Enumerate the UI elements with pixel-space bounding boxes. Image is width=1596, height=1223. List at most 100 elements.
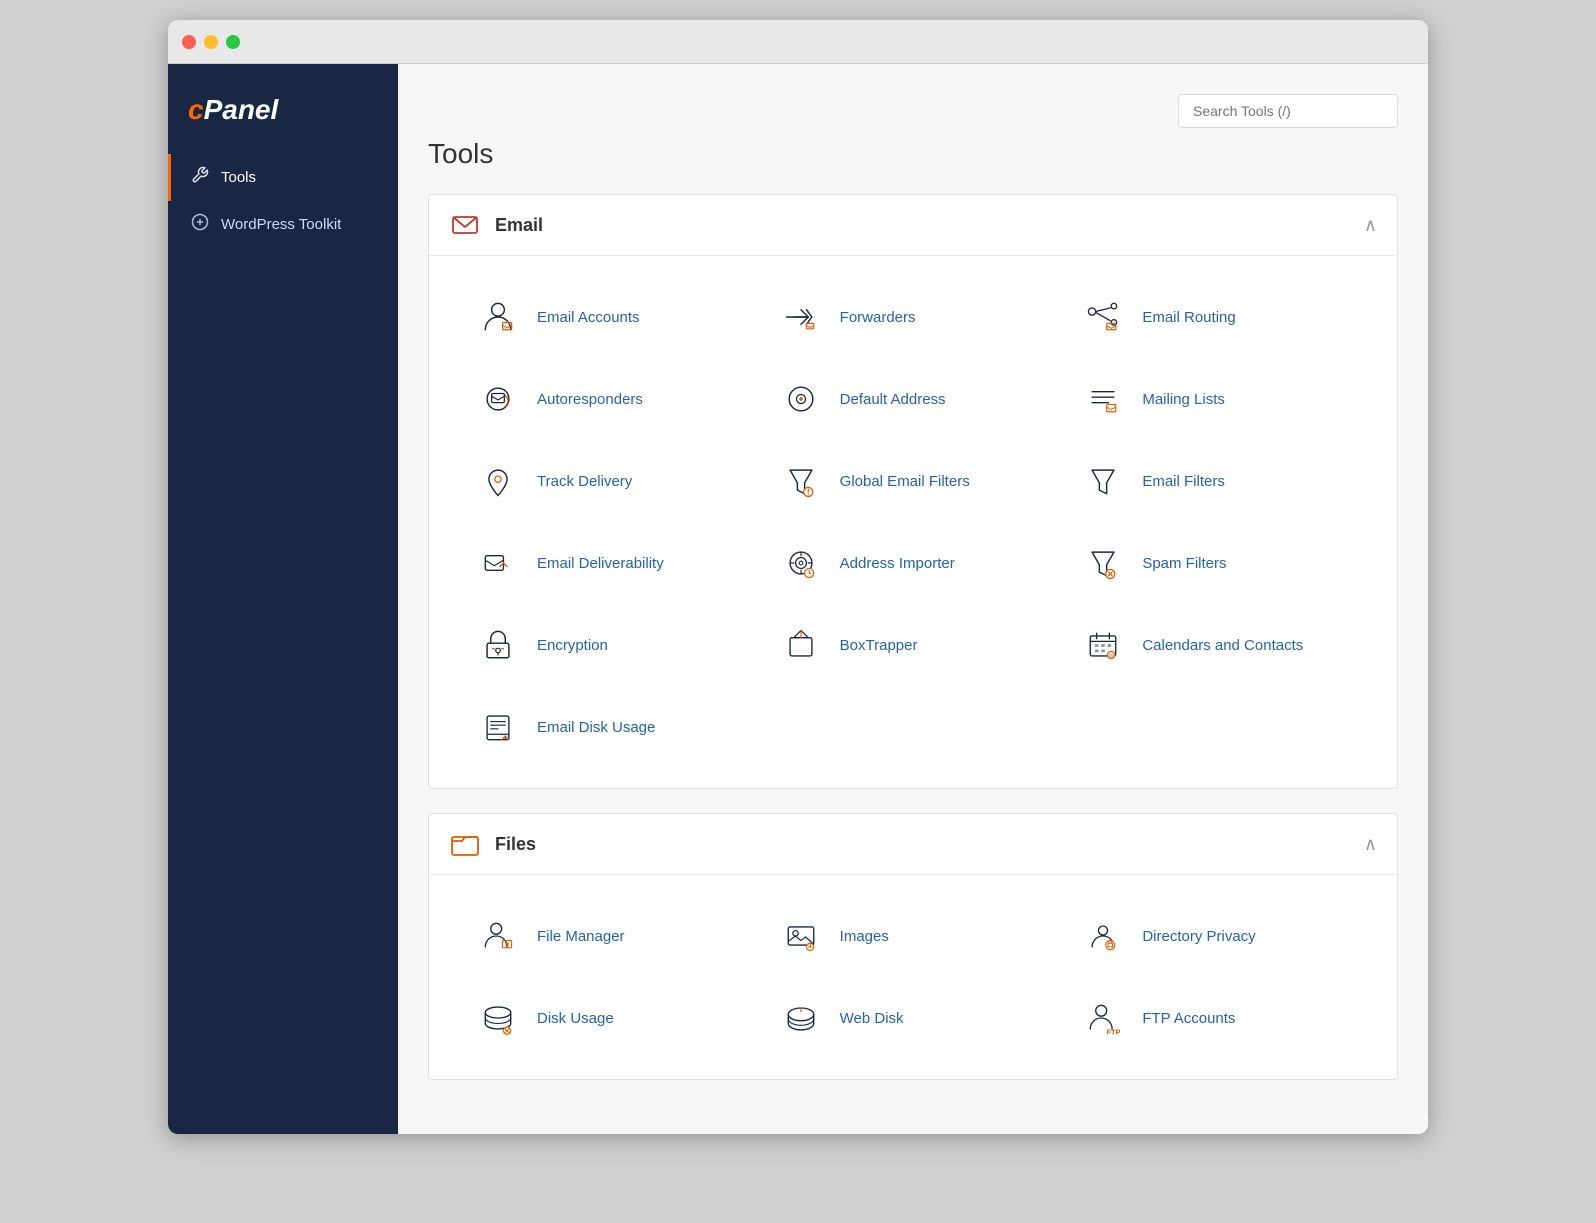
tool-item-email-filters[interactable]: Email Filters <box>1064 440 1367 522</box>
track-delivery-icon <box>475 458 521 504</box>
tool-item-file-manager[interactable]: File Manager <box>459 895 762 977</box>
directory-privacy-icon <box>1080 913 1126 959</box>
email-accounts-icon <box>475 294 521 340</box>
app-layout: cPanel Tools WordPress Too <box>168 64 1428 1134</box>
boxtrapper-label: BoxTrapper <box>840 637 918 654</box>
email-deliverability-label: Email Deliverability <box>537 555 664 572</box>
sidebar-item-tools[interactable]: Tools <box>168 154 398 201</box>
files-section-title: Files <box>495 834 536 855</box>
files-section-body: File Manager <box>429 875 1397 1079</box>
tool-item-disk-usage[interactable]: Disk Usage <box>459 977 762 1059</box>
mailing-lists-icon <box>1080 376 1126 422</box>
tool-item-email-accounts[interactable]: Email Accounts <box>459 276 762 358</box>
sidebar-wordpress-label: WordPress Toolkit <box>221 216 341 233</box>
email-section-icon <box>449 209 481 241</box>
tool-item-default-address[interactable]: Default Address <box>762 358 1065 440</box>
disk-usage-icon <box>475 995 521 1041</box>
maximize-button[interactable] <box>226 35 240 49</box>
email-filters-label: Email Filters <box>1142 473 1225 490</box>
encryption-label: Encryption <box>537 637 608 654</box>
files-section-header[interactable]: Files ∧ <box>429 814 1397 875</box>
search-input[interactable] <box>1178 94 1398 128</box>
email-section-chevron: ∧ <box>1364 215 1377 236</box>
autoresponders-icon <box>475 376 521 422</box>
close-button[interactable] <box>182 35 196 49</box>
email-filters-icon <box>1080 458 1126 504</box>
default-address-icon <box>778 376 824 422</box>
encryption-icon <box>475 622 521 668</box>
email-section-header[interactable]: Email ∧ <box>429 195 1397 256</box>
track-delivery-label: Track Delivery <box>537 473 632 490</box>
email-routing-label: Email Routing <box>1142 309 1235 326</box>
tools-icon <box>191 166 209 189</box>
email-tool-grid: Email Accounts <box>459 276 1367 768</box>
files-section-header-left: Files <box>449 828 536 860</box>
calendars-contacts-icon: @ <box>1080 622 1126 668</box>
tool-item-web-disk[interactable]: Web Disk <box>762 977 1065 1059</box>
tool-item-mailing-lists[interactable]: Mailing Lists <box>1064 358 1367 440</box>
files-tool-grid: File Manager <box>459 895 1367 1059</box>
main-header <box>428 94 1398 128</box>
tool-item-encryption[interactable]: Encryption <box>459 604 762 686</box>
wordpress-icon <box>191 213 209 236</box>
tool-item-ftp-accounts[interactable]: FTP FTP Accounts <box>1064 977 1367 1059</box>
directory-privacy-label: Directory Privacy <box>1142 928 1255 945</box>
tool-item-global-email-filters[interactable]: Global Email Filters <box>762 440 1065 522</box>
tool-item-autoresponders[interactable]: Autoresponders <box>459 358 762 440</box>
spam-filters-label: Spam Filters <box>1142 555 1226 572</box>
mailing-lists-label: Mailing Lists <box>1142 391 1225 408</box>
main-content: Tools Email ∧ <box>398 64 1428 1134</box>
sidebar-tools-label: Tools <box>221 169 256 186</box>
tool-item-address-importer[interactable]: Address Importer <box>762 522 1065 604</box>
web-disk-label: Web Disk <box>840 1010 904 1027</box>
ftp-accounts-icon: FTP <box>1080 995 1126 1041</box>
files-section: Files ∧ <box>428 813 1398 1080</box>
tool-item-directory-privacy[interactable]: Directory Privacy <box>1064 895 1367 977</box>
forwarders-label: Forwarders <box>840 309 916 326</box>
files-section-chevron: ∧ <box>1364 834 1377 855</box>
spam-filters-icon <box>1080 540 1126 586</box>
svg-text:@: @ <box>1109 654 1114 660</box>
page-title: Tools <box>428 138 1398 170</box>
minimize-button[interactable] <box>204 35 218 49</box>
email-section-title: Email <box>495 215 543 236</box>
web-disk-icon <box>778 995 824 1041</box>
file-manager-label: File Manager <box>537 928 625 945</box>
file-manager-icon <box>475 913 521 959</box>
tool-item-calendars-contacts[interactable]: @ Calendars and Contacts <box>1064 604 1367 686</box>
tool-item-forwarders[interactable]: Forwarders <box>762 276 1065 358</box>
boxtrapper-icon <box>778 622 824 668</box>
email-section-body: Email Accounts <box>429 256 1397 788</box>
email-disk-usage-icon <box>475 704 521 750</box>
ftp-accounts-label: FTP Accounts <box>1142 1010 1235 1027</box>
sidebar-logo: cPanel <box>168 84 398 154</box>
forwarders-icon <box>778 294 824 340</box>
app-window: cPanel Tools WordPress Too <box>168 20 1428 1134</box>
svg-text:FTP: FTP <box>1107 1027 1121 1036</box>
files-section-icon <box>449 828 481 860</box>
tool-item-email-deliverability[interactable]: Email Deliverability <box>459 522 762 604</box>
email-deliverability-icon <box>475 540 521 586</box>
tool-item-images[interactable]: Images <box>762 895 1065 977</box>
email-disk-usage-label: Email Disk Usage <box>537 719 655 736</box>
tool-item-boxtrapper[interactable]: BoxTrapper <box>762 604 1065 686</box>
email-routing-icon <box>1080 294 1126 340</box>
address-importer-icon <box>778 540 824 586</box>
email-section-header-left: Email <box>449 209 543 241</box>
images-label: Images <box>840 928 889 945</box>
tool-item-track-delivery[interactable]: Track Delivery <box>459 440 762 522</box>
global-email-filters-label: Global Email Filters <box>840 473 970 490</box>
default-address-label: Default Address <box>840 391 946 408</box>
email-accounts-label: Email Accounts <box>537 309 640 326</box>
tool-item-email-routing[interactable]: Email Routing <box>1064 276 1367 358</box>
email-section: Email ∧ <box>428 194 1398 789</box>
calendars-contacts-label: Calendars and Contacts <box>1142 637 1303 654</box>
disk-usage-label: Disk Usage <box>537 1010 614 1027</box>
sidebar-item-wordpress[interactable]: WordPress Toolkit <box>168 201 398 248</box>
titlebar <box>168 20 1428 64</box>
cpanel-brand: cPanel <box>188 94 378 126</box>
tool-item-spam-filters[interactable]: Spam Filters <box>1064 522 1367 604</box>
address-importer-label: Address Importer <box>840 555 955 572</box>
tool-item-email-disk-usage[interactable]: Email Disk Usage <box>459 686 762 768</box>
autoresponders-label: Autoresponders <box>537 391 643 408</box>
